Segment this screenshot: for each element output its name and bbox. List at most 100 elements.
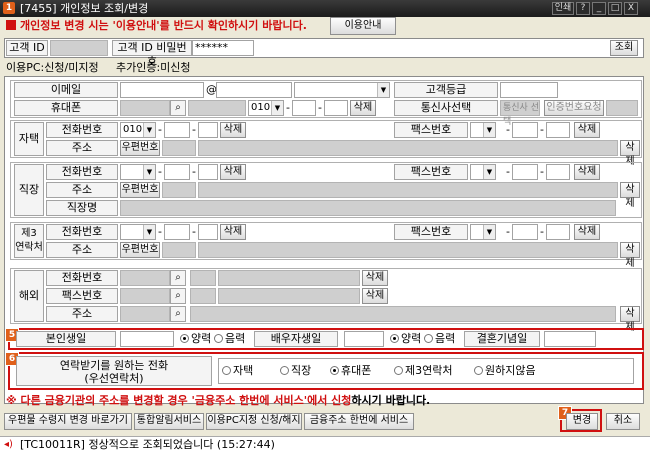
chevron-down-icon: ▼	[143, 165, 155, 179]
customer-pw-field[interactable]: ******	[192, 40, 254, 56]
minimize-button[interactable]: _	[592, 2, 606, 15]
pc-designation-button[interactable]: 이용PC지정 신청/해지	[206, 413, 302, 430]
anniversary-label: 결혼기념일	[464, 331, 540, 347]
home-fax-mid-field[interactable]	[512, 122, 538, 138]
overseas-phone-area-field	[190, 270, 216, 286]
third-zip-field	[162, 242, 196, 258]
mobile-prefix-select[interactable]: 010 ▼	[248, 100, 284, 116]
third-fax-mid-field[interactable]	[512, 224, 538, 240]
mobile-last-field[interactable]	[324, 100, 348, 116]
work-fax-label: 팩스번호	[394, 164, 468, 180]
mail-address-shortcut-button[interactable]: 우편물 수령지 변경 바로가기	[4, 413, 132, 430]
overseas-fax-label: 팩스번호	[46, 288, 118, 304]
overseas-phone-delete-button[interactable]: 삭제	[362, 270, 388, 286]
preferred-option-work[interactable]: 직장	[280, 364, 311, 378]
email-domain-field[interactable]	[216, 82, 292, 98]
home-phone-last-field[interactable]	[198, 122, 218, 138]
home-phone-delete-button[interactable]: 삭제	[220, 122, 246, 138]
work-phone-mid-field[interactable]	[164, 164, 190, 180]
overseas-fax-delete-button[interactable]: 삭제	[362, 288, 388, 304]
third-phone-delete-button[interactable]: 삭제	[220, 224, 246, 240]
preferred-option-third[interactable]: 제3연락처	[394, 364, 452, 378]
third-fax-last-field[interactable]	[546, 224, 570, 240]
financial-address-service-button[interactable]: 금융주소 한번에 서비스	[304, 413, 414, 430]
auth-request-button[interactable]: 인증번호요청	[544, 100, 604, 116]
customer-pw-label: 고객 ID 비밀번호	[112, 40, 192, 68]
search-icon[interactable]: ⌕	[170, 100, 186, 116]
search-icon[interactable]: ⌕	[170, 270, 186, 286]
preferred-option-none[interactable]: 원하지않음	[474, 364, 536, 378]
notice-text: 개인정보 변경 시는 '이용안내'를 반드시 확인하시기 바랍니다.	[20, 19, 307, 32]
spouse-lunar-radio[interactable]: 음력	[424, 332, 455, 346]
window-title: [7455] 개인정보 조회/변경	[20, 2, 149, 15]
work-phone-label: 전화번호	[46, 164, 118, 180]
mobile-mid-field[interactable]	[292, 100, 316, 116]
self-birthday-field[interactable]	[120, 331, 174, 347]
third-phone-last-field[interactable]	[198, 224, 218, 240]
third-address-label: 주소	[46, 242, 118, 258]
chevron-down-icon: ▼	[143, 225, 155, 239]
home-fax-prefix-select[interactable]: ▼	[470, 122, 496, 138]
work-zip-field	[162, 182, 196, 198]
search-button[interactable]: 조회	[610, 40, 638, 56]
home-zip-button[interactable]: 우편번호	[120, 140, 160, 156]
maximize-button[interactable]: □	[608, 2, 622, 15]
work-phone-delete-button[interactable]: 삭제	[220, 164, 246, 180]
company-name-label: 직장명	[46, 200, 118, 216]
work-fax-mid-field[interactable]	[512, 164, 538, 180]
help-button[interactable]: ?	[576, 2, 590, 15]
email-id-field[interactable]	[120, 82, 204, 98]
preferred-option-home[interactable]: 자택	[222, 364, 253, 378]
work-phone-last-field[interactable]	[198, 164, 218, 180]
close-button[interactable]: X	[624, 2, 638, 15]
mobile-delete-button[interactable]: 삭제	[350, 100, 376, 116]
email-domain-select[interactable]: ▼	[294, 82, 390, 98]
home-fax-last-field[interactable]	[546, 122, 570, 138]
spouse-solar-radio[interactable]: 양력	[390, 332, 421, 346]
third-address-delete-button[interactable]: 삭제	[620, 242, 640, 269]
home-address-field	[198, 140, 618, 156]
anniversary-field[interactable]	[544, 331, 596, 347]
home-section-label: 자택	[14, 122, 44, 156]
third-phone-prefix-select[interactable]: ▼	[120, 224, 156, 240]
work-zip-button[interactable]: 우편번호	[120, 182, 160, 198]
third-fax-delete-button[interactable]: 삭제	[574, 224, 600, 240]
search-icon[interactable]: ⌕	[170, 288, 186, 304]
home-phone-prefix-select[interactable]: 010 ▼	[120, 122, 156, 138]
integrated-alert-button[interactable]: 통합알림서비스	[134, 413, 204, 430]
home-address-delete-button[interactable]: 삭제	[620, 140, 640, 167]
work-fax-delete-button[interactable]: 삭제	[574, 164, 600, 180]
third-fax-prefix-select[interactable]: ▼	[470, 224, 496, 240]
spouse-birthday-field[interactable]	[344, 331, 384, 347]
grade-field	[500, 82, 558, 98]
overseas-phone-number-field	[218, 270, 360, 286]
work-phone-prefix-select[interactable]: ▼	[120, 164, 156, 180]
overseas-address-delete-button[interactable]: 삭제	[620, 306, 640, 333]
work-fax-last-field[interactable]	[546, 164, 570, 180]
overseas-fax-country-field	[120, 288, 170, 304]
customer-id-label: 고객 ID	[6, 40, 48, 56]
home-zip-field	[162, 140, 196, 156]
speaker-icon: ◂)	[4, 439, 13, 450]
footer-notice: ※ 다른 금융기관의 주소를 변경할 경우 '금융주소 한번에 서비스'에서 신…	[6, 394, 431, 407]
work-address-delete-button[interactable]: 삭제	[620, 182, 640, 209]
cancel-button[interactable]: 취소	[606, 413, 640, 430]
change-button[interactable]: 변경	[566, 413, 598, 430]
work-fax-prefix-select[interactable]: ▼	[470, 164, 496, 180]
search-icon[interactable]: ⌕	[170, 306, 186, 322]
print-button[interactable]: 인쇄	[552, 2, 574, 15]
overseas-address-country-field	[120, 306, 170, 322]
self-solar-radio[interactable]: 양력	[180, 332, 211, 346]
self-lunar-radio[interactable]: 음력	[214, 332, 245, 346]
carrier-select[interactable]: 통신사 선택	[500, 100, 540, 127]
guide-button[interactable]: 이용안내	[330, 17, 396, 35]
chevron-down-icon: ▼	[483, 225, 495, 239]
customer-id-field[interactable]	[50, 40, 108, 56]
home-phone-mid-field[interactable]	[164, 122, 190, 138]
third-phone-mid-field[interactable]	[164, 224, 190, 240]
third-zip-button[interactable]: 우편번호	[120, 242, 160, 258]
overseas-address-field	[190, 306, 616, 322]
self-birthday-label: 본인생일	[16, 331, 116, 347]
home-fax-delete-button[interactable]: 삭제	[574, 122, 600, 138]
preferred-option-mobile[interactable]: 휴대폰	[330, 364, 371, 378]
